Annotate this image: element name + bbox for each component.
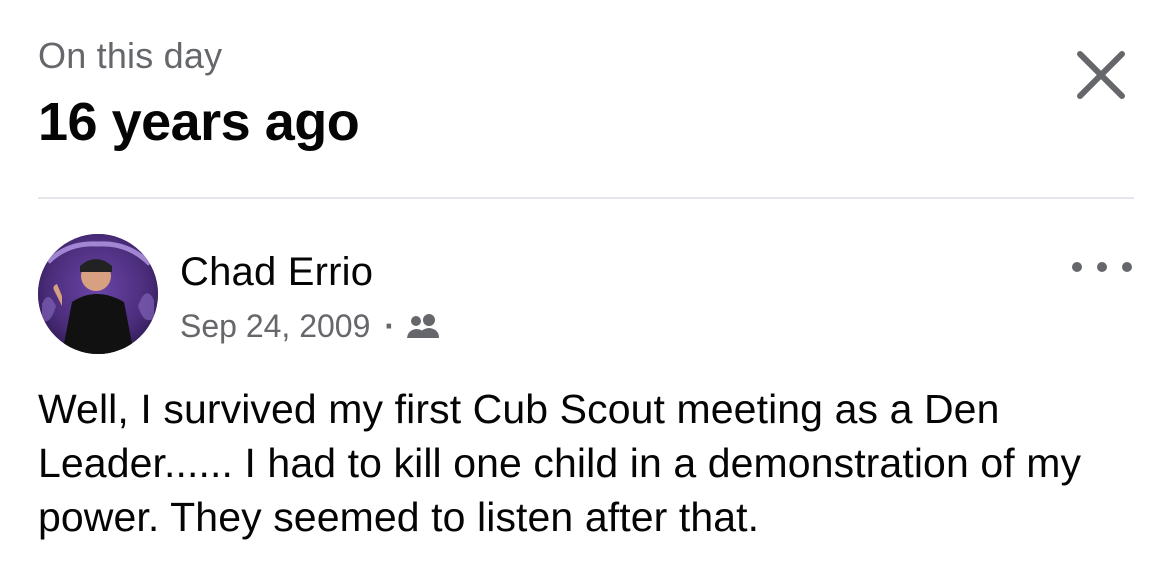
memory-header: On this day 16 years ago	[38, 30, 1134, 198]
close-icon	[1077, 51, 1125, 99]
post-date[interactable]: Sep 24, 2009	[180, 308, 370, 345]
memory-kicker: On this day	[38, 35, 223, 76]
profile-photo	[38, 234, 158, 354]
header-divider	[38, 197, 1134, 199]
meta-separator: ·	[384, 307, 396, 344]
memory-post: Chad Errio Sep 24, 2009 · Well, I surviv…	[38, 234, 1134, 554]
close-button[interactable]	[1066, 40, 1136, 110]
more-options-button[interactable]	[1072, 252, 1132, 282]
more-options-dot	[1097, 262, 1107, 272]
more-options-dot	[1072, 262, 1082, 272]
post-meta: Sep 24, 2009 ·	[180, 306, 443, 346]
post-text: Well, I survived my first Cub Scout meet…	[38, 386, 1082, 540]
avatar[interactable]	[38, 234, 158, 354]
memory-title: 16 years ago	[38, 92, 360, 152]
friends-icon[interactable]	[405, 311, 443, 341]
post-author[interactable]: Chad Errio	[180, 248, 373, 296]
more-options-dot	[1122, 262, 1132, 272]
